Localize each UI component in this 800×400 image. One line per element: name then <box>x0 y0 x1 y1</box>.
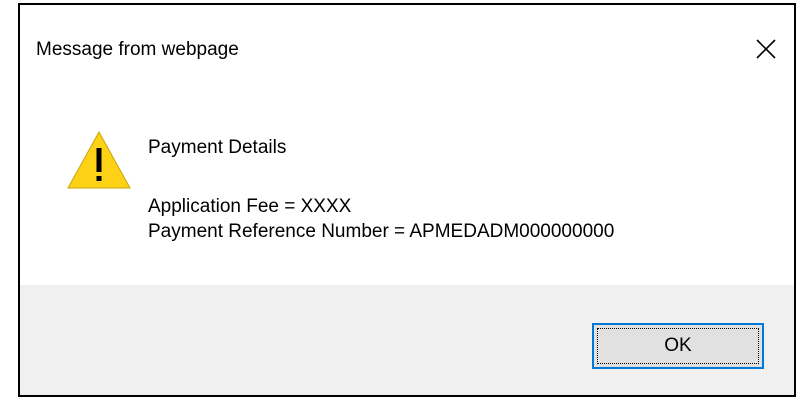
dialog-content: Payment Details Application Fee = XXXX P… <box>20 87 794 287</box>
dialog-footer: OK <box>20 285 794 395</box>
ok-button[interactable]: OK <box>592 323 764 369</box>
ok-button-label: OK <box>664 335 692 356</box>
payment-reference-text: Payment Reference Number = APMEDADM00000… <box>148 221 615 242</box>
warning-icon <box>67 130 131 189</box>
close-icon <box>756 39 776 59</box>
dialog-titlebar[interactable]: Message from webpage <box>20 5 794 87</box>
message-dialog: Message from webpage Payment Details App… <box>18 3 796 397</box>
dialog-title: Message from webpage <box>36 39 239 60</box>
application-fee-text: Application Fee = XXXX <box>148 196 352 217</box>
message-heading: Payment Details <box>148 137 287 158</box>
dialog-message: Payment Details Application Fee = XXXX P… <box>148 135 614 244</box>
close-button[interactable] <box>746 29 786 69</box>
